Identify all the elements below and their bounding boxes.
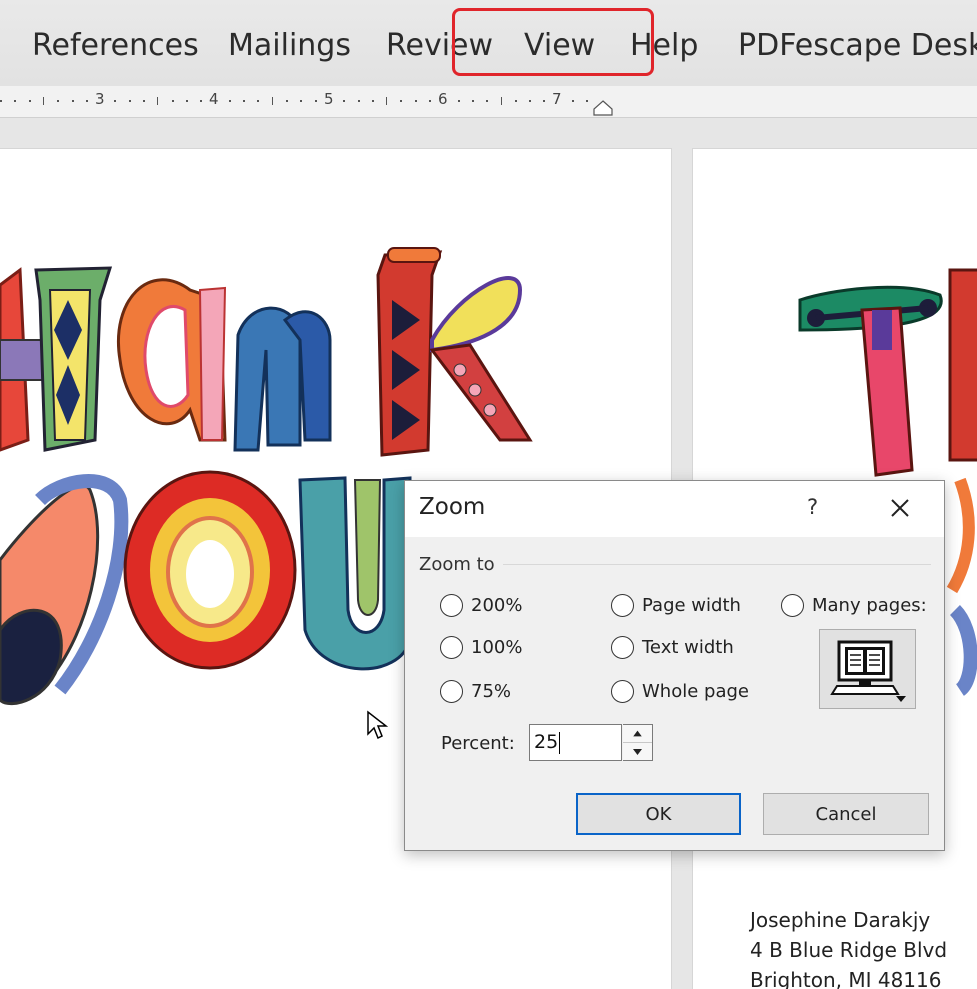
- text-caret: [559, 731, 561, 754]
- radio-label: Text width: [642, 637, 734, 658]
- spin-up-icon[interactable]: [623, 725, 652, 743]
- address-line: Josephine Darakjy: [750, 908, 931, 932]
- radio-label: Many pages:: [812, 595, 927, 616]
- radio-circle[interactable]: [611, 594, 634, 617]
- spin-down-icon[interactable]: [623, 743, 652, 761]
- ok-button[interactable]: OK: [576, 793, 741, 835]
- dialog-title-bar[interactable]: Zoom ?: [405, 481, 944, 537]
- radio-many-pages[interactable]: Many pages:: [781, 594, 927, 617]
- radio-75-percent[interactable]: 75%: [440, 680, 511, 703]
- percent-value: 25: [534, 731, 559, 753]
- many-pages-picker-button[interactable]: [819, 629, 916, 709]
- radio-circle[interactable]: [440, 680, 463, 703]
- mouse-pointer-icon: [367, 710, 388, 740]
- radio-whole-page[interactable]: Whole page: [611, 680, 749, 703]
- radio-label: 75%: [471, 681, 512, 702]
- radio-label: 100%: [471, 637, 523, 658]
- percent-input[interactable]: 25: [529, 724, 622, 761]
- radio-circle[interactable]: [781, 594, 804, 617]
- help-button[interactable]: ?: [807, 495, 818, 519]
- radio-circle[interactable]: [440, 594, 463, 617]
- zoom-dialog: Zoom ? Zoom to 200% 100% 75% Page width: [404, 480, 945, 851]
- dialog-title: Zoom: [419, 494, 486, 520]
- radio-page-width[interactable]: Page width: [611, 594, 741, 617]
- radio-label: 200%: [471, 595, 523, 616]
- radio-200-percent[interactable]: 200%: [440, 594, 522, 617]
- radio-circle[interactable]: [611, 680, 634, 703]
- radio-circle[interactable]: [440, 636, 463, 659]
- address-line: 4 B Blue Ridge Blvd: [750, 938, 948, 962]
- close-icon[interactable]: [887, 495, 913, 521]
- radio-label: Whole page: [642, 681, 749, 702]
- address-line: Brighton, MI 48116: [750, 968, 942, 989]
- app-window: References Mailings Review View Help PDF…: [0, 0, 977, 989]
- group-divider: [503, 564, 931, 565]
- zoom-to-group-label: Zoom to: [419, 554, 495, 575]
- radio-100-percent[interactable]: 100%: [440, 636, 522, 659]
- cancel-button[interactable]: Cancel: [763, 793, 929, 835]
- many-pages-monitor-icon: [830, 640, 906, 702]
- radio-circle[interactable]: [611, 636, 634, 659]
- radio-label: Page width: [642, 595, 741, 616]
- radio-text-width[interactable]: Text width: [611, 636, 734, 659]
- percent-label: Percent:: [441, 733, 515, 754]
- percent-spinner[interactable]: [623, 724, 653, 761]
- mailing-address: Josephine Darakjy 4 B Blue Ridge Blvd Br…: [750, 905, 947, 989]
